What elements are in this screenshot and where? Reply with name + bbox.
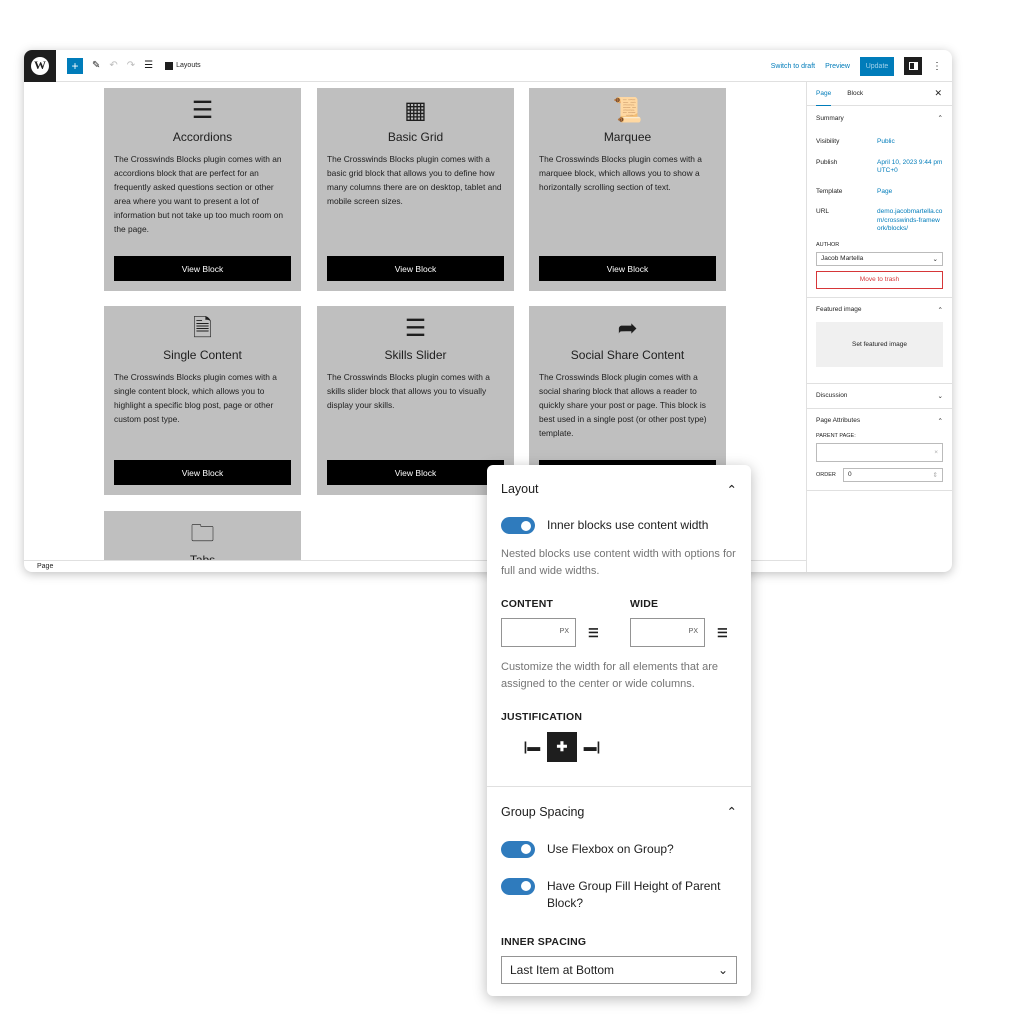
- card-description: The Crosswinds Block plugin comes with a…: [539, 372, 707, 438]
- clear-icon[interactable]: ×: [934, 449, 938, 456]
- chevron-down-icon: ⌄: [937, 392, 943, 400]
- flexbox-toggle[interactable]: [501, 840, 535, 858]
- share-icon: ➦: [617, 315, 638, 342]
- undo-icon[interactable]: ↶: [109, 60, 117, 71]
- view-block-button[interactable]: View Block: [114, 256, 291, 281]
- chevron-up-icon: ⌃: [937, 417, 943, 425]
- folder-icon: 🗀: [190, 520, 215, 547]
- chevron-up-icon: ⌃: [726, 482, 737, 497]
- block-card: ▦ Basic Grid The Crosswinds Blocks plugin …: [317, 88, 514, 291]
- card-description: The Crosswinds Blocks plugin comes with …: [327, 372, 490, 410]
- card-description: The Crosswinds Blocks plugin comes with …: [327, 154, 502, 206]
- top-toolbar: W + ✎ ↶ ↷ ☰ Layouts Switch to draft Prev…: [24, 50, 952, 82]
- chevron-up-icon: ⌃: [937, 115, 943, 122]
- update-button[interactable]: Update: [860, 56, 894, 76]
- url-link[interactable]: demo.jacobmartella.com/crosswinds-framew…: [877, 208, 943, 234]
- view-block-button[interactable]: View Block: [327, 460, 504, 485]
- list-view-icon[interactable]: ☰: [144, 60, 153, 71]
- content-width-toggle[interactable]: [501, 517, 535, 534]
- page-icon: [165, 61, 174, 70]
- inner-spacing-select[interactable]: Last Item at Bottom ⌄: [501, 955, 737, 984]
- card-title: Social Share Content: [570, 348, 685, 362]
- wide-width-input[interactable]: PX: [630, 618, 705, 647]
- block-card: 🗀 Tabs: [104, 511, 301, 560]
- set-featured-image-button[interactable]: Set featured image: [816, 321, 943, 367]
- content-width-input[interactable]: PX: [501, 618, 576, 647]
- fill-height-toggle[interactable]: [501, 877, 535, 895]
- tab-page[interactable]: Page: [816, 82, 832, 106]
- settings-sidebar-toggle[interactable]: [904, 57, 922, 75]
- justify-left-button[interactable]: |▬: [517, 731, 547, 761]
- document-icon: 🗎: [192, 315, 213, 342]
- align-wide-icon[interactable]: ☰: [717, 626, 728, 640]
- layout-panel-header[interactable]: Layout ⌃: [501, 465, 737, 511]
- card-title: Single Content: [163, 348, 242, 362]
- order-input[interactable]: 0 ⇕: [843, 467, 943, 482]
- more-options-icon[interactable]: ⋮: [932, 61, 942, 72]
- publish-date-link[interactable]: April 10, 2023 9:44 pm UTC+0: [877, 159, 943, 176]
- chevron-down-icon: ⌄: [932, 255, 938, 263]
- chevron-up-icon: ⌃: [937, 306, 943, 314]
- template-link[interactable]: Page: [877, 188, 943, 197]
- card-title: Skills Slider: [384, 348, 447, 362]
- settings-sidebar: Page Block ✕ Summary ⌃ Visibility Public P…: [806, 82, 952, 572]
- card-description: The Crosswinds Blocks plugin comes with …: [539, 154, 702, 192]
- card-title: Basic Grid: [387, 130, 444, 144]
- stepper-icon[interactable]: ⇕: [933, 471, 938, 479]
- wordpress-icon: W: [31, 56, 49, 75]
- view-block-button[interactable]: View Block: [327, 256, 504, 281]
- card-description: The Crosswinds Blocks plugin comes with …: [114, 154, 283, 234]
- switch-to-draft-button[interactable]: Switch to draft: [771, 63, 815, 70]
- group-spacing-panel-header[interactable]: Group Spacing ⌃: [501, 787, 737, 835]
- block-card: 🗎 Single Content The Crosswinds Blocks plu…: [104, 306, 301, 495]
- discussion-header[interactable]: Discussion ⌄: [816, 384, 943, 408]
- grid-icon: ▦: [404, 97, 427, 124]
- block-card: 📜 Marquee The Crosswinds Blocks plugin com…: [529, 88, 726, 291]
- visibility-link[interactable]: Public: [877, 138, 943, 147]
- parent-page-input[interactable]: ×: [816, 442, 943, 462]
- view-block-button[interactable]: View Block: [539, 256, 716, 281]
- scroll-icon: 📜: [612, 97, 643, 124]
- author-select[interactable]: Jacob Martella ⌄: [816, 251, 943, 266]
- card-title: Tabs: [189, 553, 216, 560]
- summary-header[interactable]: Summary ⌃: [816, 106, 943, 130]
- edit-pencil-icon[interactable]: ✎: [92, 60, 100, 71]
- wordpress-logo-button[interactable]: W: [24, 50, 56, 82]
- featured-image-header[interactable]: Featured image ⌃: [816, 298, 943, 322]
- card-description: The Crosswinds Blocks plugin comes with …: [114, 372, 277, 424]
- redo-icon[interactable]: ↷: [127, 60, 135, 71]
- block-card: ☰ Accordions The Crosswinds Blocks plugin …: [104, 88, 301, 291]
- chevron-up-icon: ⌃: [726, 805, 737, 819]
- sidebar-icon: [908, 62, 918, 70]
- view-block-button[interactable]: View Block: [114, 460, 291, 485]
- align-center-icon[interactable]: ☰: [588, 626, 599, 640]
- close-icon[interactable]: ✕: [934, 88, 942, 99]
- justify-right-button[interactable]: ▬|: [577, 731, 607, 761]
- page-attributes-header[interactable]: Page Attributes ⌃: [816, 409, 943, 433]
- add-block-button[interactable]: +: [67, 57, 83, 74]
- tab-block[interactable]: Block: [847, 82, 863, 106]
- block-card: ☰ Skills Slider The Crosswinds Blocks plug…: [317, 306, 514, 495]
- preview-button[interactable]: Preview: [825, 63, 850, 70]
- chevron-down-icon: ⌄: [717, 962, 728, 977]
- document-title[interactable]: Layouts: [165, 61, 201, 70]
- menu-lines-icon: ☰: [191, 97, 214, 124]
- card-title: Marquee: [603, 130, 652, 144]
- card-title: Accordions: [172, 130, 233, 144]
- slider-bars-icon: ☰: [404, 315, 427, 342]
- justify-center-button[interactable]: ✚: [547, 731, 577, 762]
- move-to-trash-button[interactable]: Move to trash: [816, 270, 943, 289]
- block-settings-popup: Layout ⌃ Inner blocks use content width N…: [487, 465, 751, 996]
